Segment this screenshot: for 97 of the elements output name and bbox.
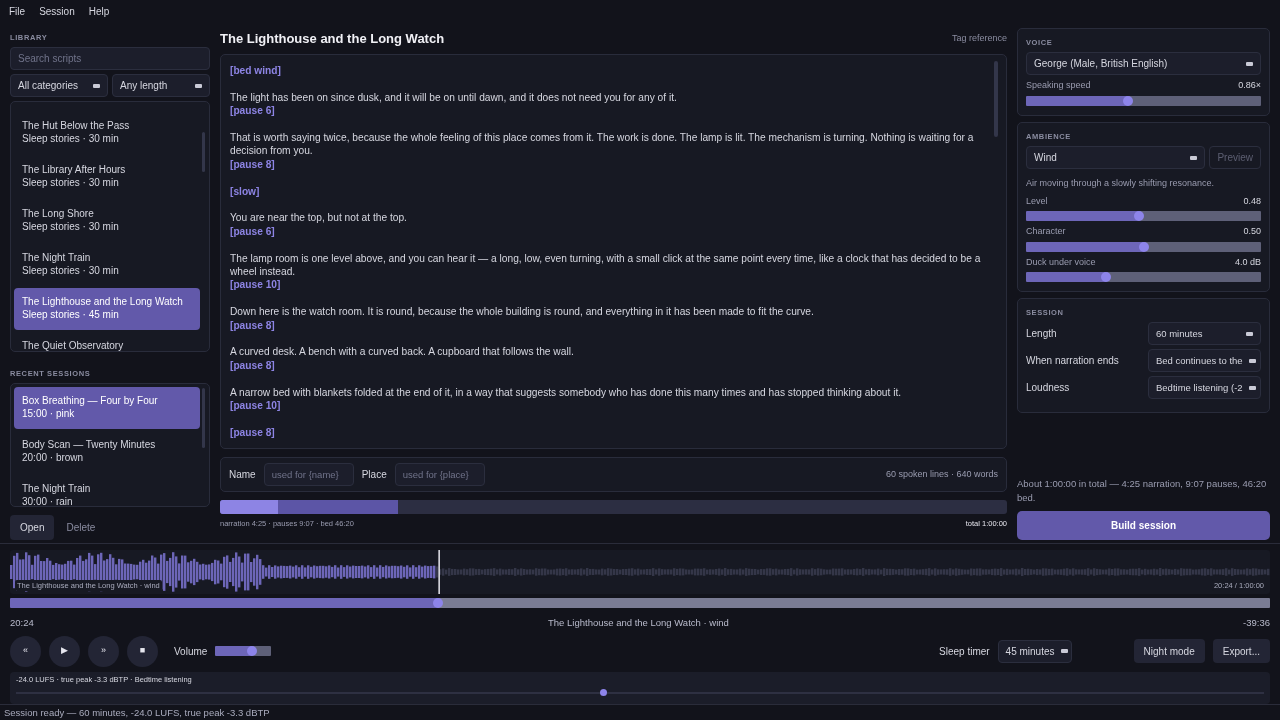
setting-label: Length <box>1026 327 1057 342</box>
slider-value: 0.50 <box>1243 225 1261 238</box>
slider-thumb[interactable] <box>1133 211 1144 221</box>
slider-thumb[interactable] <box>1123 95 1134 106</box>
scrollbar[interactable] <box>994 61 998 137</box>
slider-label: Level <box>1026 194 1048 208</box>
slider-label: Speaking speed <box>1026 79 1091 93</box>
elapsed-time: 20:24 <box>10 615 34 630</box>
status-bar: Session ready — 60 minutes, -24.0 LUFS, true peak -3.3 dBTP <box>0 704 1280 720</box>
field-label: Name <box>229 468 256 482</box>
slider-label: Character <box>1026 225 1066 238</box>
list-item[interactable]: The Library After Hours Sleep stories · 30 min <box>14 156 200 199</box>
script-line: The light has been on since dusk, and it will be on until dawn, and it does not need you for any of it. <box>230 90 678 105</box>
dropdown-icon <box>1190 155 1198 160</box>
dropdown-icon <box>1060 649 1068 654</box>
setting-select[interactable]: Bed continues to the <box>1148 349 1261 373</box>
script-line: You are near the top, but not at the top. <box>230 211 408 225</box>
setting-label: When narration ends <box>1026 354 1119 369</box>
slider-track[interactable] <box>1026 272 1261 282</box>
dropdown-icon <box>195 83 202 88</box>
script-stats: 60 spoken lines · 640 words <box>885 467 998 481</box>
list-item[interactable]: Body Scan — Twenty Minutes 20:00 · brown <box>14 431 200 474</box>
remaining-time: -39:36 <box>1243 615 1270 630</box>
sleep-timer-label: Sleep timer <box>939 644 990 659</box>
dropdown-icon <box>1248 358 1256 363</box>
play-button[interactable]: ▶ <box>49 635 80 667</box>
now-playing: The Lighthouse and the Long Watch · wind <box>548 615 729 630</box>
volume-thumb[interactable] <box>247 646 258 657</box>
setting-select[interactable]: 60 minutes <box>1148 322 1261 346</box>
voice-select[interactable]: George (Male, British English) <box>1026 52 1261 76</box>
field-label: Place <box>361 468 387 482</box>
night-mode-button[interactable]: Night mode <box>1133 639 1205 664</box>
list-item[interactable]: The Lighthouse and the Long Watch Sleep stories · 45 min <box>14 288 200 331</box>
list-item[interactable]: The Night Train 30:00 · rain <box>14 475 200 506</box>
tag-reference-link[interactable]: Tag reference <box>951 32 1007 46</box>
script-tag: [slow] <box>230 184 988 198</box>
slider-track[interactable] <box>1026 95 1261 106</box>
seek-bar[interactable] <box>10 597 1270 608</box>
rewind-button[interactable]: « <box>10 635 41 667</box>
text-field[interactable]: used for {name} <box>263 463 354 486</box>
dropdown-icon <box>1246 331 1253 336</box>
open-button[interactable]: Open <box>10 515 55 540</box>
slider-thumb[interactable] <box>1100 272 1111 282</box>
filter-select[interactable]: Any length <box>112 74 210 98</box>
script-editor[interactable] <box>220 54 1007 449</box>
setting-select[interactable]: Bedtime listening (-2 <box>1148 376 1261 400</box>
export-button[interactable]: Export... <box>1212 639 1270 664</box>
dropdown-icon <box>93 83 100 88</box>
menu-item[interactable]: Session <box>32 0 82 22</box>
list-item[interactable]: The Night Train Sleep stories · 30 min <box>14 244 200 287</box>
slider-thumb[interactable] <box>1138 241 1149 252</box>
script-tag: [pause 6] <box>230 224 988 239</box>
seek-thumb[interactable] <box>433 597 444 608</box>
script-tag: [bed wind] <box>230 64 988 78</box>
script-line: A curved desk. A bench with a curved back. A cupboard that follows the wall. <box>230 345 575 359</box>
sleep-timer-select[interactable]: 45 minutes <box>997 639 1072 663</box>
menu-item[interactable]: File <box>2 0 33 22</box>
filter-select[interactable]: All categories <box>10 74 108 98</box>
scrollbar[interactable] <box>202 132 205 173</box>
search-field[interactable]: Search scripts <box>10 47 210 71</box>
delete-button[interactable]: Delete <box>58 515 104 540</box>
script-line: Down here is the watch room. It is round, because the whole building is round, and everything in it has been made to fit the curve. <box>230 305 815 319</box>
slider-value: 0.48 <box>1243 194 1261 208</box>
ambience-select[interactable]: Wind <box>1026 146 1206 169</box>
forward-button[interactable]: » <box>88 635 119 667</box>
slider-value: 4.0 dB <box>1234 255 1261 269</box>
setting-label: Loudness <box>1026 381 1070 396</box>
script-tag: [pause 8] <box>230 425 988 440</box>
script-line: That is worth saying twice, because the whole feeling of this place comes from it. The work is done. The lamp is lit. The mechanism is turning. Nothing is waiting for a decision from you. <box>230 131 975 158</box>
script-line: The lamp room is one level above, and you can hear it — a long, low, even turning, with a small click at the same point every time, like a clock that has decided to be a wheel instead. <box>230 251 982 279</box>
list-item[interactable]: Box Breathing — Four by Four 15:00 · pink <box>14 387 200 430</box>
script-tag: [pause 8] <box>230 318 988 333</box>
list-item[interactable]: The Hut Below the Pass Sleep stories · 30 min <box>14 112 200 155</box>
slider-track[interactable] <box>1026 211 1261 221</box>
script-tag: [pause 8] <box>230 358 988 373</box>
build-session-button[interactable]: Build session <box>1017 511 1270 540</box>
script-title: The Lighthouse and the Long Watch <box>220 30 445 49</box>
stop-button[interactable]: ■ <box>127 635 158 667</box>
menu-item[interactable]: Help <box>81 0 117 22</box>
list-item[interactable]: The Long Shore Sleep stories · 30 min <box>14 200 200 243</box>
session-summary: About 1:00:00 in total — 4:25 narration, 9:07 pauses, 46:20 bed. <box>1017 476 1268 505</box>
list-item[interactable]: The Quiet Observatory <box>14 332 200 351</box>
script-tag: [pause 10] <box>230 399 988 413</box>
text-field[interactable]: used for {place} <box>394 463 485 486</box>
script-line: A narrow bed with blankets folded at the end of it, in a way that suggests somebody who has done this many times and has stopped thinking about it. <box>230 385 903 400</box>
volume-label: Volume <box>174 644 208 659</box>
script-tag: [pause 10] <box>230 278 988 292</box>
script-tag: [pause 6] <box>230 104 988 118</box>
script-tag: [pause 8] <box>230 157 988 172</box>
slider-label: Duck under voice <box>1026 255 1096 269</box>
ambience-description: Air moving through a slowly shifting resonance. <box>1026 177 1216 190</box>
volume-slider[interactable] <box>215 646 272 657</box>
scrollbar[interactable] <box>202 388 205 449</box>
dropdown-icon <box>1246 61 1253 66</box>
slider-value: 0.86× <box>1238 79 1261 93</box>
dropdown-icon <box>1248 385 1256 390</box>
slider-track[interactable] <box>1026 241 1261 252</box>
